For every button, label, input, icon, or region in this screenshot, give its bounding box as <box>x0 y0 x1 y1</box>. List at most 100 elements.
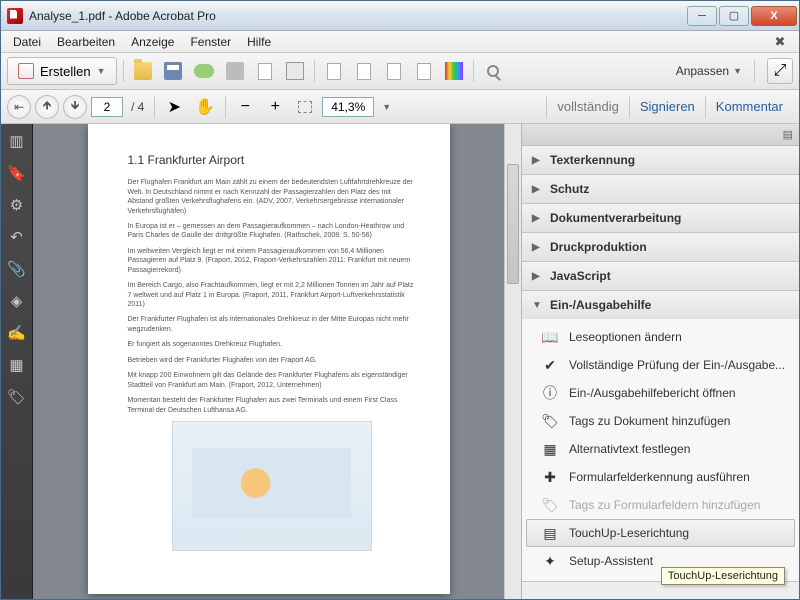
undo-icon[interactable]: ↶ <box>8 228 26 246</box>
help-icon[interactable]: ✖ <box>771 33 789 51</box>
tool-row-1[interactable]: ✔Vollständige Prüfung der Ein-/Ausgabe..… <box>522 351 799 379</box>
customize-menu[interactable]: Anpassen ▼ <box>670 64 748 78</box>
chevron-down-icon: ▼ <box>97 66 106 76</box>
page-up-button[interactable]: 🡹 <box>35 95 59 119</box>
attachments-icon[interactable]: 📎 <box>8 260 26 278</box>
panel-section-label: Texterkennung <box>550 153 635 167</box>
main-area: ▥ 🔖 ⚙ ↶ 📎 ◈ ✍ ▦ 🏷 1.1 Frankfurter Airpor… <box>1 124 799 599</box>
page-text: Betrieben wird der Frankfurter Flughafen… <box>128 356 416 365</box>
panel-section-label: Ein-/Ausgabehilfe <box>550 298 651 312</box>
tool-icon: ⓘ <box>541 384 559 402</box>
tool-row-2[interactable]: ⓘEin-/Ausgabehilfebericht öffnen <box>522 379 799 407</box>
pages-icon[interactable]: ▦ <box>8 356 26 374</box>
create-label: Erstellen <box>40 64 91 79</box>
panel-section-2[interactable]: ▶Dokumentverarbeitung <box>522 204 799 232</box>
document-viewport[interactable]: 1.1 Frankfurter Airport Der Flughafen Fr… <box>33 124 504 599</box>
gear-icon[interactable]: ⚙ <box>8 196 26 214</box>
save-icon <box>164 62 182 80</box>
tool-icon: ▦ <box>541 440 559 458</box>
tool-label: Vollständige Prüfung der Ein-/Ausgabe... <box>569 358 785 372</box>
window-title: Analyse_1.pdf - Adobe Acrobat Pro <box>29 9 685 23</box>
toolbar-nav: ⇤ 🡹 🡻 / 4 ➤ ✋ − + ▼ vollständig Signiere… <box>1 90 799 124</box>
zoom-in-button[interactable]: + <box>262 94 288 120</box>
mail-button[interactable] <box>282 58 308 84</box>
tool-label: Setup-Assistent <box>569 554 653 568</box>
chevron-right-icon: ▶ <box>532 155 542 166</box>
tool-row-7[interactable]: ▤TouchUp-Leserichtung <box>526 519 795 547</box>
menu-datei[interactable]: Datei <box>5 33 49 51</box>
form-button[interactable] <box>411 58 437 84</box>
mode-sign[interactable]: Signieren <box>630 99 705 114</box>
tool-icon: ✚ <box>541 468 559 486</box>
print-button[interactable] <box>222 58 248 84</box>
edit-icon <box>387 63 401 80</box>
menu-anzeige[interactable]: Anzeige <box>123 33 182 51</box>
scan-button[interactable] <box>351 58 377 84</box>
panel-section-5[interactable]: ▼Ein-/Ausgabehilfe <box>522 291 799 319</box>
multimedia-button[interactable] <box>441 58 467 84</box>
bookmarks-icon[interactable]: 🔖 <box>8 164 26 182</box>
doc-scrollbar[interactable] <box>504 124 521 599</box>
folder-icon <box>134 62 152 80</box>
tool-label: Formularfelderkennung ausführen <box>569 470 750 484</box>
select-tool[interactable]: ➤ <box>161 94 187 120</box>
panel-section-0[interactable]: ▶ Texterkennung <box>522 146 799 174</box>
cloud-button[interactable] <box>190 58 218 84</box>
menu-fenster[interactable]: Fenster <box>182 33 239 51</box>
tool-row-3[interactable]: 🏷Tags zu Dokument hinzufügen <box>522 407 799 435</box>
close-button[interactable]: X <box>751 6 797 26</box>
chevron-down-icon: ▼ <box>733 66 742 76</box>
scrollbar-thumb[interactable] <box>507 164 519 284</box>
tool-label: Leseoptionen ändern <box>569 330 682 344</box>
titlebar: Analyse_1.pdf - Adobe Acrobat Pro ─ ▢ X <box>1 1 799 31</box>
panel-header: ▤ <box>522 124 799 146</box>
thumbnails-icon[interactable]: ▥ <box>8 132 26 150</box>
expand-icon: ⤢ <box>774 62 787 80</box>
page-text: Der Flughafen Frankfurt am Main zählt zu… <box>128 178 416 216</box>
panel-section-3[interactable]: ▶Druckproduktion <box>522 233 799 261</box>
mode-comment[interactable]: Kommentar <box>706 99 793 114</box>
menu-hilfe[interactable]: Hilfe <box>239 33 279 51</box>
chevron-right-icon: ▶ <box>532 242 542 253</box>
mode-full[interactable]: vollständig <box>547 99 628 114</box>
customize-label: Anpassen <box>676 64 729 78</box>
zoom-out-button[interactable]: − <box>232 94 258 120</box>
panel-section-4[interactable]: ▶JavaScript <box>522 262 799 290</box>
minimize-button[interactable]: ─ <box>687 6 717 26</box>
zoom-input[interactable] <box>322 97 374 117</box>
tool-row-4[interactable]: ▦Alternativtext festlegen <box>522 435 799 463</box>
page-down-button[interactable]: 🡻 <box>63 95 87 119</box>
tool-label: Tags zu Formularfeldern hinzufügen <box>569 498 760 512</box>
fullscreen-button[interactable]: ⤢ <box>767 58 793 84</box>
create-button[interactable]: Erstellen ▼ <box>7 57 117 85</box>
page-first-button[interactable]: ⇤ <box>7 95 31 119</box>
export-button[interactable] <box>321 58 347 84</box>
page-text: Im Bereich Cargo, also Frachtaufkommen, … <box>128 281 416 309</box>
open-button[interactable] <box>130 58 156 84</box>
export-icon <box>327 63 341 80</box>
panel-section-label: Schutz <box>550 182 589 196</box>
panel-menu-icon[interactable]: ▤ <box>783 128 793 141</box>
tags-icon[interactable]: 🏷 <box>8 388 26 406</box>
tool-row-5[interactable]: ✚ Formularfelderkennung ausführen <box>522 463 799 491</box>
signatures-icon[interactable]: ✍ <box>8 324 26 342</box>
zoom-out-icon: − <box>241 98 250 116</box>
chevron-right-icon: ▶ <box>532 271 542 282</box>
tool-label: TouchUp-Leserichtung <box>569 526 689 540</box>
search-button[interactable] <box>480 58 506 84</box>
search-icon <box>487 65 499 77</box>
hand-tool[interactable]: ✋ <box>191 94 219 120</box>
share-button[interactable] <box>252 58 278 84</box>
tool-row-0[interactable]: 📖Leseoptionen ändern <box>522 323 799 351</box>
tooltip: TouchUp-Leserichtung <box>661 567 785 585</box>
zoom-in-icon: + <box>271 98 280 116</box>
layers-icon[interactable]: ◈ <box>8 292 26 310</box>
page-number-input[interactable] <box>91 97 123 117</box>
menu-bearbeiten[interactable]: Bearbeiten <box>49 33 123 51</box>
maximize-button[interactable]: ▢ <box>719 6 749 26</box>
save-button[interactable] <box>160 58 186 84</box>
panel-section-1[interactable]: ▶Schutz <box>522 175 799 203</box>
edit-button[interactable] <box>381 58 407 84</box>
chevron-down-icon[interactable]: ▼ <box>378 102 395 112</box>
marquee-zoom-button[interactable] <box>292 94 318 120</box>
